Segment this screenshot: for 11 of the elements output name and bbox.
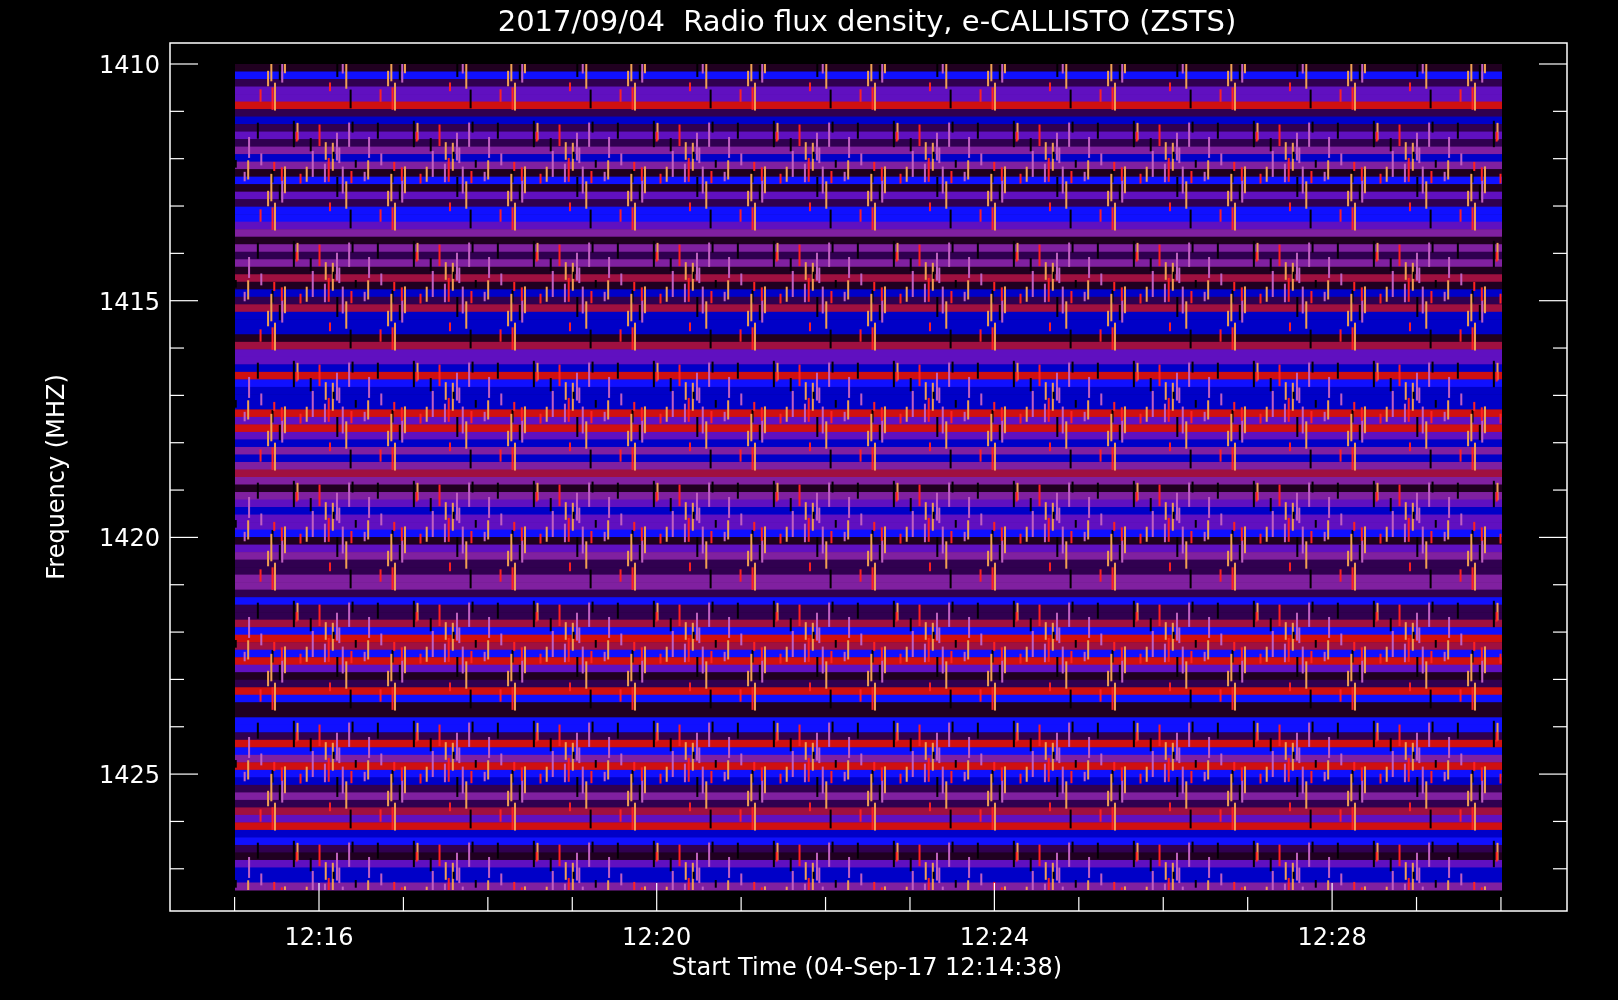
- chart-title: 2017/09/04 Radio flux density, e-CALLISTO (ZSTS): [497, 4, 1237, 38]
- x-tick-label: 12:16: [284, 923, 354, 951]
- y-tick-label: 1415: [98, 287, 160, 316]
- x-tick-label: 12:20: [622, 923, 692, 951]
- y-tick-label: 1420: [98, 524, 160, 553]
- x-tick-label: 12:28: [1297, 923, 1367, 951]
- x-tick-label: 12:24: [959, 923, 1029, 951]
- y-tick-label: 1410: [98, 51, 160, 79]
- x-axis-label: Start Time (04-Sep-17 12:14:38): [671, 953, 1063, 981]
- y-axis-label: Frequency (MHZ): [42, 374, 70, 580]
- y-tick-label: 1425: [98, 761, 160, 790]
